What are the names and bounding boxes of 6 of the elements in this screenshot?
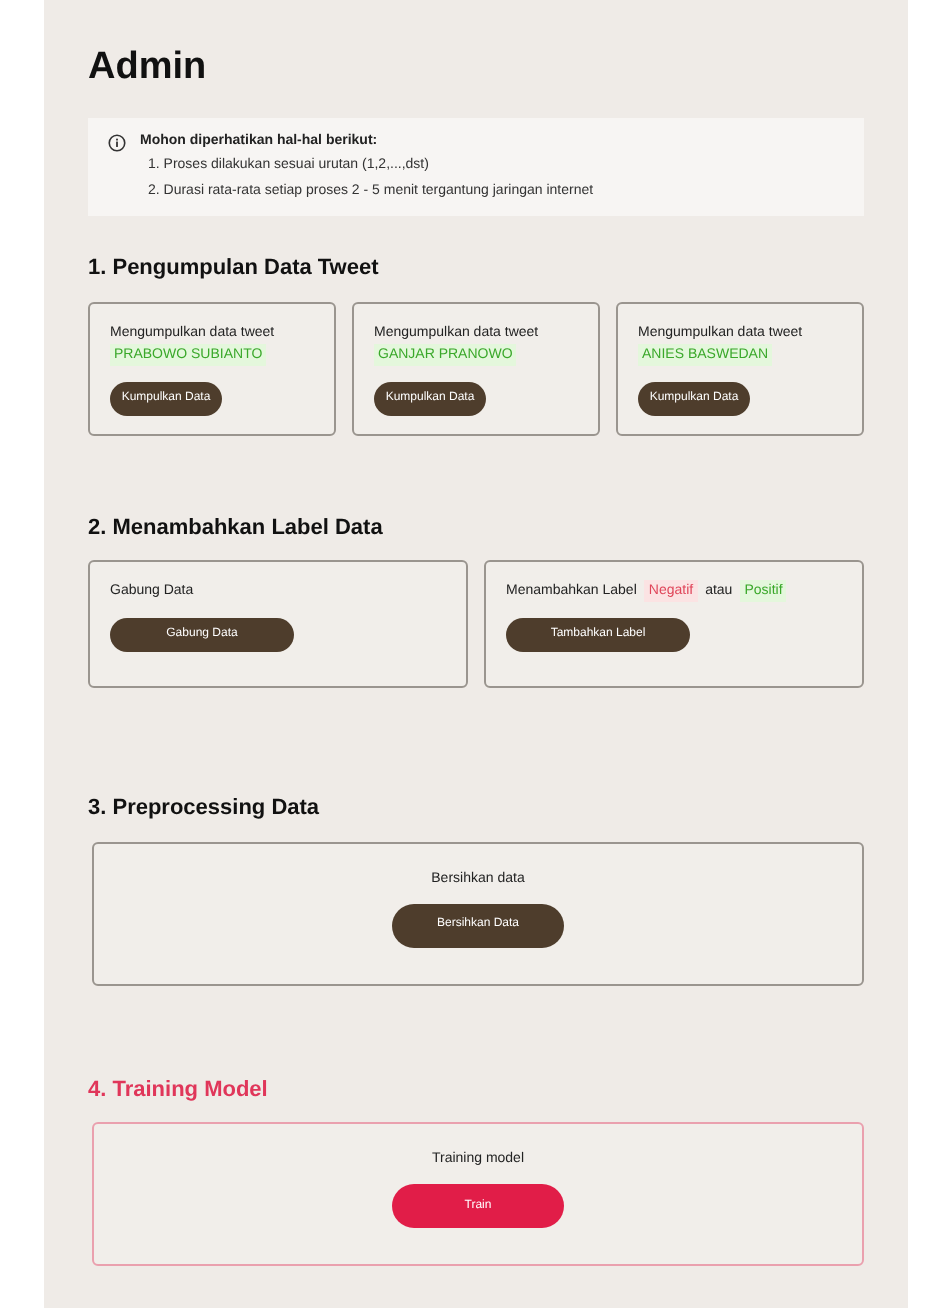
section-heading: 4. Training Model — [88, 1075, 270, 1105]
section-heading: 1. Pengumpulan Data Tweet — [88, 254, 381, 284]
section-heading: 2. Menambahkan Label Data — [88, 513, 385, 543]
section-heading: 3. Preprocessing Data — [88, 794, 322, 824]
page-title: Admin — [88, 44, 209, 92]
info-icon — [108, 133, 126, 151]
